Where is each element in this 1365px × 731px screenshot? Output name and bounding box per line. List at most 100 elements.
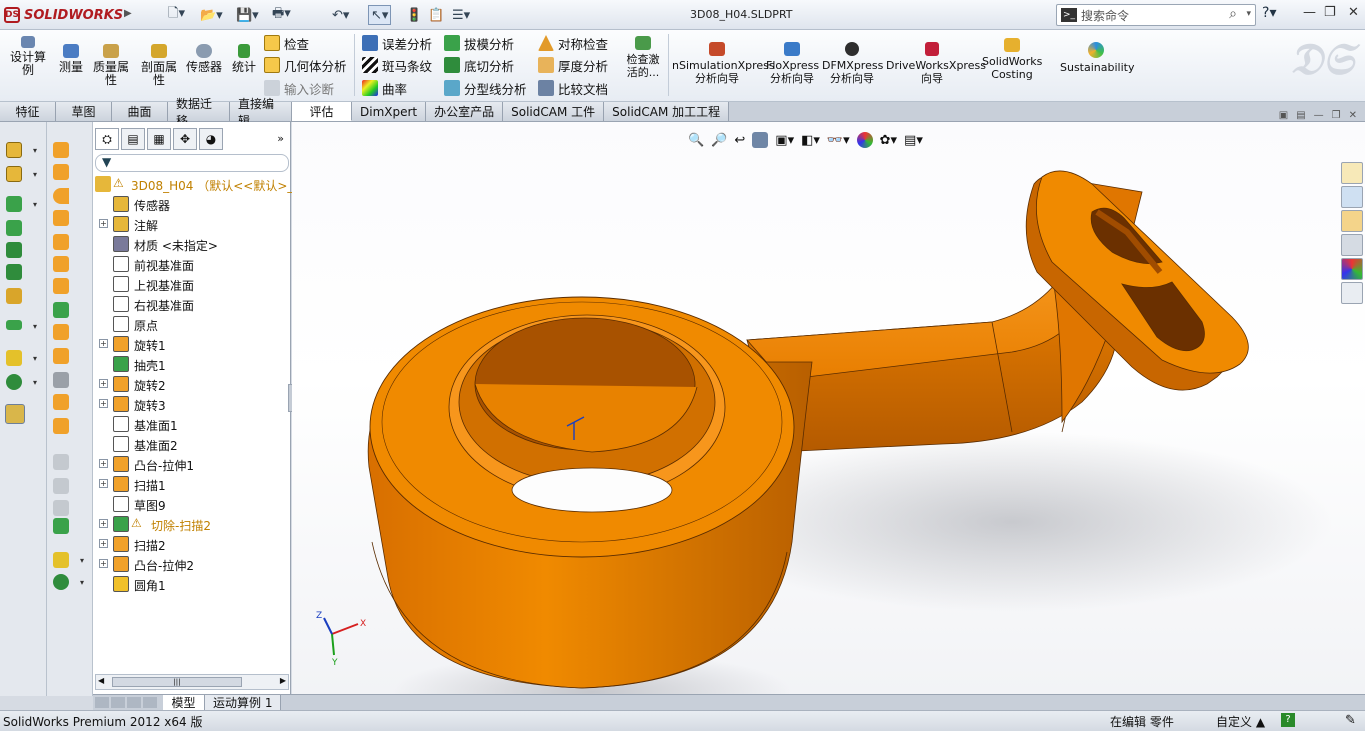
- fillet-icon[interactable]: [53, 278, 69, 294]
- close-doc-icon[interactable]: ✕: [1349, 110, 1357, 121]
- chamfer-icon[interactable]: [53, 302, 69, 318]
- new-doc-icon[interactable]: 🗋▾: [168, 5, 185, 25]
- tree-item[interactable]: + 凸台-拉伸2: [93, 554, 291, 574]
- tree-item[interactable]: 原点: [93, 314, 291, 334]
- tree-item[interactable]: 基准面1: [93, 414, 291, 434]
- expand-toggle-icon[interactable]: +: [99, 519, 108, 528]
- tree-item[interactable]: 右视基准面: [93, 294, 291, 314]
- chevron-down-icon[interactable]: ▾: [33, 322, 37, 331]
- expand-panel-icon[interactable]: »: [277, 132, 284, 145]
- open-icon[interactable]: 📂▾: [200, 5, 223, 25]
- prev-tab-icon[interactable]: [111, 697, 125, 708]
- split-icon[interactable]: ▤: [1296, 110, 1305, 121]
- tree-item[interactable]: 传感器: [93, 194, 291, 214]
- edit-appearance-icon[interactable]: [6, 220, 22, 236]
- expand-toggle-icon[interactable]: +: [99, 379, 108, 388]
- rebuild-icon[interactable]: 🚦: [406, 5, 422, 25]
- tree-item[interactable]: 前视基准面: [93, 254, 291, 274]
- shell-icon[interactable]: [53, 324, 69, 340]
- tree-item[interactable]: 上视基准面: [93, 274, 291, 294]
- extruded-boss-icon[interactable]: [53, 142, 69, 158]
- floxpress-button[interactable]: FloXpress 分析向导: [766, 40, 819, 85]
- scroll-left-icon[interactable]: ◀: [98, 676, 104, 685]
- tab-model[interactable]: 模型: [163, 695, 205, 710]
- chevron-down-icon[interactable]: ▾: [33, 170, 37, 179]
- tab-sketch[interactable]: 草图: [56, 102, 112, 121]
- tree-item[interactable]: + 扫描2: [93, 534, 291, 554]
- zebra-button[interactable]: 斑马条纹: [362, 55, 432, 75]
- save-icon[interactable]: 💾▾: [236, 5, 259, 25]
- display-style-icon[interactable]: [6, 166, 22, 182]
- chevron-down-icon[interactable]: ▾: [80, 556, 84, 565]
- tree-item[interactable]: + ⚠ 切除-扫描2: [93, 514, 291, 534]
- search-commands-input[interactable]: >_ 搜索命令 ⌕ ▾: [1056, 4, 1256, 26]
- simulationxpress-button[interactable]: nSimulationXpress 分析向导: [672, 40, 775, 85]
- costing-button[interactable]: SolidWorks Costing: [982, 36, 1042, 81]
- cut-revolve-icon[interactable]: [53, 256, 69, 272]
- lofted-boss-icon[interactable]: [53, 210, 69, 226]
- tree-item[interactable]: 抽壳1: [93, 354, 291, 374]
- tab-surfaces[interactable]: 曲面: [112, 102, 168, 121]
- section-view-icon[interactable]: [6, 288, 22, 304]
- expand-toggle-icon[interactable]: +: [99, 539, 108, 548]
- check-button[interactable]: 检查: [264, 33, 309, 53]
- chevron-down-icon[interactable]: ▾: [33, 378, 37, 387]
- tab-motion-study[interactable]: 运动算例 1: [205, 695, 282, 710]
- property-manager-tab-icon[interactable]: ▤: [121, 128, 145, 150]
- chevron-down-icon[interactable]: ▾: [33, 354, 37, 363]
- expand-toggle-icon[interactable]: +: [99, 559, 108, 568]
- first-tab-icon[interactable]: [95, 697, 109, 708]
- expand-toggle-icon[interactable]: +: [99, 479, 108, 488]
- configuration-manager-tab-icon[interactable]: ▦: [147, 128, 171, 150]
- solidworks-resources-icon[interactable]: [1341, 162, 1363, 184]
- tree-item[interactable]: + 扫描1: [93, 474, 291, 494]
- tree-item[interactable]: + 注解: [93, 214, 291, 234]
- reference-geometry-icon[interactable]: [6, 350, 22, 366]
- draft-analysis-button[interactable]: 拔模分析: [444, 33, 514, 53]
- tree-item[interactable]: 基准面2: [93, 434, 291, 454]
- help-button[interactable]: ?▾: [1262, 5, 1276, 21]
- revolved-boss-icon[interactable]: [53, 164, 69, 180]
- tree-item[interactable]: + 旋转2: [93, 374, 291, 394]
- view-settings-icon[interactable]: [6, 264, 22, 280]
- measure-button[interactable]: 测量: [56, 42, 86, 74]
- cut-extrude-icon[interactable]: [53, 234, 69, 250]
- quick-tips-icon[interactable]: ?: [1281, 713, 1295, 727]
- tree-item[interactable]: + 凸台-拉伸1: [93, 454, 291, 474]
- check-active-button[interactable]: 检查激活的...: [622, 34, 664, 79]
- scroll-right-icon[interactable]: ▶: [280, 676, 286, 685]
- tab-direct-editing[interactable]: 直接编辑: [230, 97, 292, 128]
- geometry-analysis-button[interactable]: 几何体分析: [264, 55, 347, 75]
- mirror-icon[interactable]: [53, 454, 69, 470]
- rib-icon[interactable]: [53, 348, 69, 364]
- next-tab-icon[interactable]: [127, 697, 141, 708]
- view-palette-icon[interactable]: [1341, 234, 1363, 256]
- compare-button[interactable]: 比较文档: [538, 78, 608, 98]
- tree-item[interactable]: 圆角1: [93, 574, 291, 594]
- file-explorer-icon[interactable]: [1341, 210, 1363, 232]
- linear-pattern-icon[interactable]: [6, 320, 22, 330]
- unit-system[interactable]: 自定义 ▲: [1216, 713, 1265, 730]
- minimize-button[interactable]: —: [1303, 5, 1316, 20]
- delete-face-icon[interactable]: [53, 500, 69, 516]
- tab-solidcam-machining[interactable]: SolidCAM 加工工程: [604, 102, 730, 121]
- tile-icon[interactable]: ▣: [1279, 110, 1288, 121]
- sensor-button[interactable]: 传感器: [184, 42, 224, 74]
- tab-solidcam-stock[interactable]: SolidCAM 工件: [503, 102, 605, 121]
- search-icon[interactable]: ⌕: [1229, 6, 1237, 22]
- solidworks-logo[interactable]: DS SOLIDWORKS: [4, 5, 123, 25]
- undercut-button[interactable]: 底切分析: [444, 55, 514, 75]
- tree-item[interactable]: + 旋转3: [93, 394, 291, 414]
- feature-tree-tab-icon[interactable]: ⛭: [95, 128, 119, 150]
- tree-horizontal-scrollbar[interactable]: ◀ ||| ▶: [95, 674, 289, 690]
- notes-icon[interactable]: ✎: [1345, 713, 1356, 728]
- expand-toggle-icon[interactable]: +: [99, 339, 108, 348]
- wrap-icon[interactable]: [53, 418, 69, 434]
- chevron-down-icon[interactable]: ▾: [33, 200, 37, 209]
- restore-button[interactable]: ❐: [1324, 5, 1336, 20]
- close-button[interactable]: ✕: [1348, 5, 1359, 20]
- chevron-down-icon[interactable]: ▾: [1246, 9, 1251, 19]
- apply-scene-icon[interactable]: [6, 242, 22, 258]
- tree-root-part[interactable]: ⚠ 3D08_H04 （默认<<默认>_显: [93, 174, 305, 194]
- options-icon[interactable]: ☰▾: [452, 5, 470, 25]
